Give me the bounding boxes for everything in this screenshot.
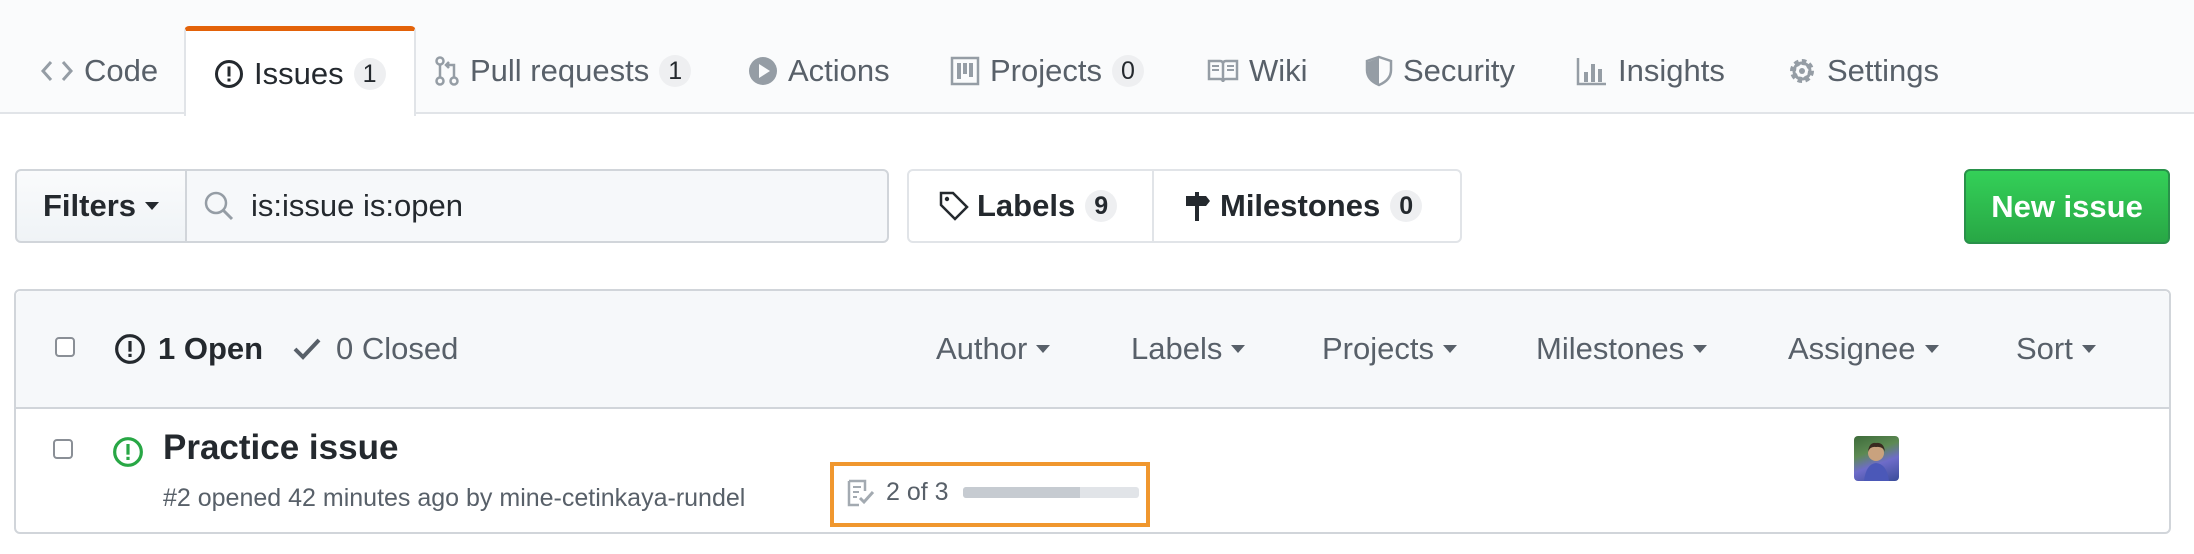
tab-wiki-label: Wiki: [1249, 53, 1308, 88]
tab-security[interactable]: Security: [1365, 28, 1515, 114]
projects-filter-dropdown[interactable]: Projects: [1322, 291, 1457, 407]
tab-actions[interactable]: Actions: [748, 28, 890, 114]
milestone-icon: [1186, 192, 1210, 221]
labels-button[interactable]: Labels 9: [909, 171, 1154, 241]
author-filter-dropdown[interactable]: Author: [936, 291, 1051, 407]
tab-pull-requests-label: Pull requests: [470, 53, 650, 88]
tab-projects[interactable]: Projects 0: [950, 28, 1144, 114]
tab-actions-label: Actions: [788, 53, 890, 88]
issue-checkbox[interactable]: [53, 439, 73, 459]
labels-filter-label: Labels: [1131, 331, 1223, 366]
projects-count-badge: 0: [1111, 55, 1144, 87]
play-icon: [749, 57, 777, 85]
open-count-label: 1 Open: [158, 331, 264, 366]
task-progress-label: 2 of 3: [886, 478, 949, 506]
checklist-icon: [847, 479, 875, 506]
issue-opened-icon: [115, 334, 145, 364]
gear-icon: [1790, 59, 1814, 83]
assignee-avatar[interactable]: [1854, 436, 1899, 481]
milestones-filter-label: Milestones: [1536, 331, 1685, 366]
pull-requests-count-badge: 1: [659, 55, 692, 87]
tag-icon: [939, 191, 969, 221]
check-icon: [293, 338, 321, 360]
filters-label: Filters: [42, 188, 137, 223]
sort-dropdown[interactable]: Sort: [2016, 291, 2096, 407]
tab-wiki[interactable]: Wiki: [1207, 28, 1308, 114]
code-icon: [40, 61, 74, 81]
milestones-button[interactable]: Milestones 0: [1154, 171, 1423, 241]
labels-count-badge: 9: [1085, 190, 1118, 222]
project-icon: [950, 56, 980, 86]
task-progress[interactable]: 2 of 3: [846, 478, 1139, 507]
chevron-down-icon: [2081, 345, 2096, 353]
tab-code-label: Code: [84, 53, 159, 88]
labels-filter-dropdown[interactable]: Labels: [1131, 291, 1246, 407]
task-progress-fill: [962, 487, 1080, 498]
tab-code[interactable]: Code: [40, 28, 158, 114]
tab-security-label: Security: [1403, 53, 1515, 88]
book-icon: [1207, 59, 1239, 83]
task-progress-highlight: 2 of 3: [830, 462, 1150, 527]
projects-filter-label: Projects: [1322, 331, 1434, 366]
chevron-down-icon: [1693, 345, 1708, 353]
issue-search[interactable]: [185, 169, 889, 243]
milestones-count-badge: 0: [1390, 190, 1423, 222]
labels-milestones-group: Labels 9 Milestones 0: [907, 169, 1462, 243]
assignee-filter-dropdown[interactable]: Assignee: [1788, 291, 1939, 407]
sort-label: Sort: [2016, 331, 2073, 366]
graph-icon: [1576, 58, 1606, 86]
milestones-button-label: Milestones: [1220, 188, 1381, 223]
issues-count-badge: 1: [353, 57, 386, 90]
issues-list-header: 1 Open 0 Closed Author Labels Projects M…: [16, 291, 2169, 409]
author-filter-label: Author: [936, 331, 1028, 366]
chevron-down-icon: [1036, 345, 1051, 353]
avatar-image: [1864, 442, 1889, 481]
tab-settings-label: Settings: [1827, 53, 1940, 88]
search-icon: [204, 191, 234, 221]
tab-settings[interactable]: Settings: [1787, 28, 1939, 114]
tab-insights-label: Insights: [1618, 53, 1725, 88]
select-all-checkbox[interactable]: [55, 337, 75, 357]
tab-insights[interactable]: Insights: [1576, 28, 1725, 114]
closed-count-label: 0 Closed: [336, 331, 459, 366]
git-pull-request-icon: [435, 56, 459, 86]
labels-button-label: Labels: [977, 188, 1076, 223]
issue-opened-icon: [215, 59, 243, 88]
task-progress-bar: [962, 487, 1139, 498]
tab-issues[interactable]: Issues 1: [184, 26, 416, 116]
closed-filter-link[interactable]: 0 Closed: [292, 291, 458, 407]
chevron-down-icon: [145, 202, 160, 210]
assignee-filter-label: Assignee: [1788, 331, 1916, 366]
chevron-down-icon: [1442, 345, 1457, 353]
chevron-down-icon: [1231, 345, 1246, 353]
milestones-filter-dropdown[interactable]: Milestones: [1536, 291, 1708, 407]
open-filter-link[interactable]: 1 Open: [114, 291, 263, 407]
chevron-down-icon: [1924, 345, 1939, 353]
new-issue-button[interactable]: New issue: [1964, 169, 2170, 244]
issue-meta: #2 opened 42 minutes ago by mine-cetinka…: [163, 484, 746, 512]
search-input[interactable]: [251, 188, 831, 224]
issue-title-link[interactable]: Practice issue: [163, 428, 398, 468]
tab-issues-label: Issues: [254, 55, 344, 91]
shield-icon: [1365, 55, 1393, 87]
repo-nav: Code Issues 1 Pull requests 1 Actions Pr…: [0, 0, 2194, 116]
tab-pull-requests[interactable]: Pull requests 1: [434, 28, 692, 114]
filters-dropdown-button[interactable]: Filters: [15, 169, 187, 243]
issue-opened-icon: [113, 437, 143, 467]
tab-projects-label: Projects: [990, 53, 1102, 88]
